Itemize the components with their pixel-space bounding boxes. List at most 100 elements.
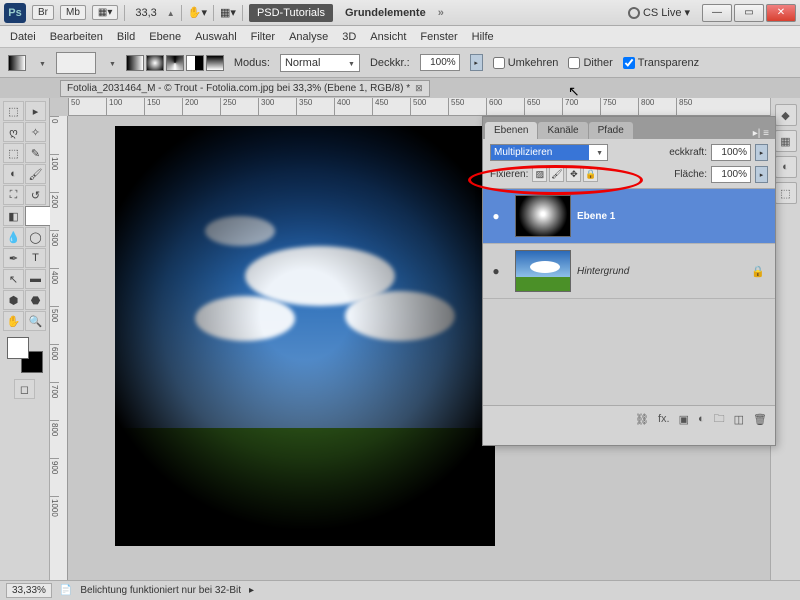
- layer-name[interactable]: Hintergrund: [577, 266, 751, 277]
- menu-ansicht[interactable]: Ansicht: [370, 31, 406, 43]
- opacity-input[interactable]: 100%: [420, 54, 460, 71]
- fill-input[interactable]: 100%: [711, 166, 751, 183]
- tab-ebenen[interactable]: Ebenen: [485, 122, 537, 139]
- cs-live[interactable]: CS Live▾: [628, 6, 690, 19]
- menu-analyse[interactable]: Analyse: [289, 31, 328, 43]
- fill-flyout[interactable]: ▸: [755, 166, 768, 183]
- layer-thumbnail[interactable]: [515, 250, 571, 292]
- radial-gradient-icon[interactable]: [146, 55, 164, 71]
- transparency-checkbox[interactable]: Transparenz: [623, 57, 699, 69]
- blur-tool-icon[interactable]: 💧: [3, 227, 24, 247]
- panel-menu-icon[interactable]: ▸| ≡: [747, 128, 775, 139]
- close-tab-icon[interactable]: ⊠: [415, 83, 423, 94]
- workspace-psd-tutorials[interactable]: PSD-Tutorials: [249, 4, 333, 22]
- view-tool-icon[interactable]: ▦▾: [220, 6, 236, 19]
- document-tab[interactable]: Fotolia_2031464_M - © Trout - Fotolia.co…: [60, 80, 430, 97]
- zoom-up-icon[interactable]: ▲: [167, 9, 175, 17]
- layer-name[interactable]: Ebene 1: [577, 211, 775, 222]
- gradient-preview[interactable]: [8, 55, 26, 71]
- reverse-checkbox[interactable]: Umkehren: [493, 57, 559, 69]
- stamp-tool-icon[interactable]: ⛶: [3, 185, 24, 205]
- linear-gradient-icon[interactable]: [126, 55, 144, 71]
- visibility-icon[interactable]: ●: [483, 209, 509, 223]
- dodge-tool-icon[interactable]: ◯: [25, 227, 46, 247]
- layer-thumbnail[interactable]: [515, 195, 571, 237]
- reflected-gradient-icon[interactable]: [186, 55, 204, 71]
- wand-tool-icon[interactable]: ✧: [25, 122, 46, 142]
- menu-bild[interactable]: Bild: [117, 31, 135, 43]
- br-button[interactable]: Br: [32, 5, 54, 20]
- more-icon[interactable]: »: [438, 7, 444, 19]
- eyedropper-tool-icon[interactable]: ✎: [25, 143, 46, 163]
- panel-icon[interactable]: ◐: [775, 156, 797, 178]
- arrow-tool-icon[interactable]: ▸: [25, 101, 46, 121]
- shape-tool-icon[interactable]: ▬: [25, 269, 46, 289]
- pen-tool-icon[interactable]: ✒: [3, 248, 24, 268]
- panel-icon[interactable]: ◆: [775, 104, 797, 126]
- tab-pfade[interactable]: Pfade: [589, 122, 633, 139]
- layout-button[interactable]: ▦▾: [92, 5, 118, 20]
- hand-tool-icon[interactable]: ✋: [3, 311, 24, 331]
- menu-filter[interactable]: Filter: [251, 31, 275, 43]
- link-icon[interactable]: ⛓: [635, 413, 649, 426]
- adjustment-icon[interactable]: ◐: [698, 413, 705, 425]
- history-brush-icon[interactable]: ↺: [25, 185, 46, 205]
- ruler-horizontal[interactable]: 5010015020025030035040045050055060065070…: [68, 98, 770, 116]
- menu-3d[interactable]: 3D: [342, 31, 356, 43]
- mask-icon[interactable]: ▣: [679, 413, 689, 426]
- lock-paint-icon[interactable]: 🖌: [549, 167, 564, 182]
- group-icon[interactable]: 🗀: [714, 410, 725, 429]
- delete-icon[interactable]: 🗑: [753, 413, 767, 426]
- menu-ebene[interactable]: Ebene: [149, 31, 181, 43]
- lock-transparency-icon[interactable]: ▨: [532, 167, 547, 182]
- lasso-tool-icon[interactable]: ღ: [3, 122, 24, 142]
- new-layer-icon[interactable]: ◫: [734, 413, 744, 426]
- status-zoom[interactable]: 33,33%: [6, 583, 52, 598]
- path-tool-icon[interactable]: ↖: [3, 269, 24, 289]
- mode-select[interactable]: Normal: [280, 54, 360, 72]
- dither-checkbox[interactable]: Dither: [568, 57, 612, 69]
- tab-kanaele[interactable]: Kanäle: [538, 122, 587, 139]
- 3d-tool-icon[interactable]: ⬢: [3, 290, 24, 310]
- zoom-tool-icon[interactable]: 🔍: [25, 311, 46, 331]
- layer-opacity-input[interactable]: 100%: [711, 144, 751, 161]
- color-swatches[interactable]: [7, 337, 43, 373]
- status-arrow-icon[interactable]: ▸: [249, 585, 254, 596]
- opacity-flyout[interactable]: ▸: [755, 144, 768, 161]
- menu-bearbeiten[interactable]: Bearbeiten: [50, 31, 103, 43]
- menu-hilfe[interactable]: Hilfe: [472, 31, 494, 43]
- visibility-icon[interactable]: ●: [483, 264, 509, 278]
- type-tool-icon[interactable]: T: [25, 248, 46, 268]
- quickmask-icon[interactable]: ◻: [14, 379, 35, 399]
- status-info-icon[interactable]: 📄: [60, 585, 72, 596]
- eraser-tool-icon[interactable]: ◧: [3, 206, 24, 226]
- menu-fenster[interactable]: Fenster: [420, 31, 457, 43]
- fx-icon[interactable]: fx.: [658, 413, 670, 425]
- ruler-vertical[interactable]: 01002003004005006007008009001000: [50, 116, 68, 580]
- mb-button[interactable]: Mb: [60, 5, 86, 20]
- angle-gradient-icon[interactable]: [166, 55, 184, 71]
- hand-tool-icon[interactable]: ✋▾: [188, 6, 207, 19]
- heal-tool-icon[interactable]: ◐: [3, 164, 24, 184]
- zoom-value[interactable]: 33,3: [131, 7, 160, 19]
- layer-row[interactable]: ● Ebene 1: [483, 189, 775, 244]
- workspace-grundelemente[interactable]: Grundelemente: [339, 5, 432, 21]
- blend-mode-select[interactable]: Multiplizieren: [490, 144, 608, 161]
- close-button[interactable]: ✕: [766, 4, 796, 22]
- minimize-button[interactable]: —: [702, 4, 732, 22]
- panel-icon[interactable]: ▦: [775, 130, 797, 152]
- menu-auswahl[interactable]: Auswahl: [195, 31, 237, 43]
- maximize-button[interactable]: ▭: [734, 4, 764, 22]
- camera-tool-icon[interactable]: ⬣: [25, 290, 46, 310]
- move-tool-icon[interactable]: ⬚: [3, 101, 24, 121]
- panel-icon[interactable]: ⬚: [775, 182, 797, 204]
- brush-tool-icon[interactable]: 🖌: [25, 164, 46, 184]
- layer-row[interactable]: ● Hintergrund 🔒: [483, 244, 775, 299]
- lock-all-icon[interactable]: 🔒: [583, 167, 598, 182]
- lock-move-icon[interactable]: ✥: [566, 167, 581, 182]
- opacity-flyout[interactable]: ▸: [470, 54, 483, 71]
- menu-datei[interactable]: Datei: [10, 31, 36, 43]
- gradient-picker[interactable]: [56, 52, 96, 74]
- canvas[interactable]: [115, 126, 495, 546]
- diamond-gradient-icon[interactable]: [206, 55, 224, 71]
